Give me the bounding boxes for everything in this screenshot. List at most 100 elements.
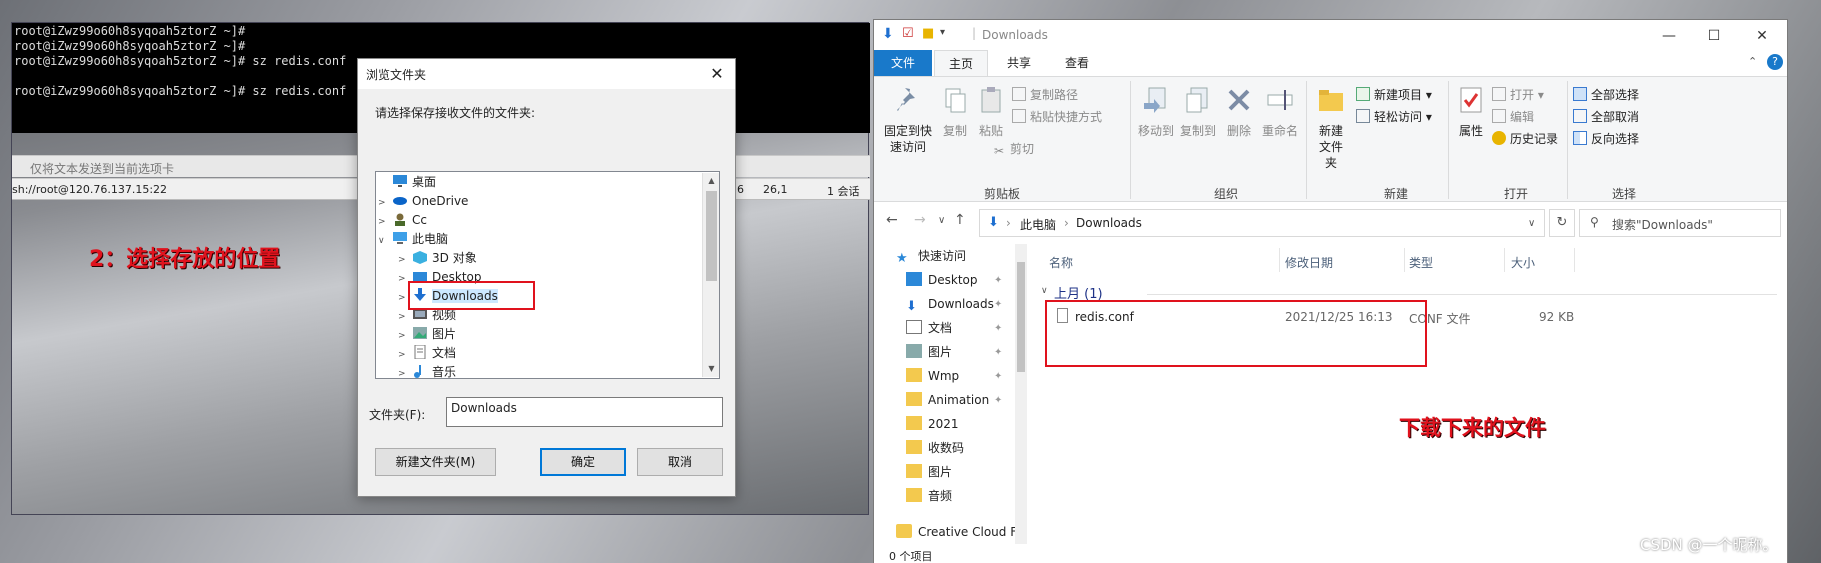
copy-button[interactable]: 复制 [938,85,972,139]
tree-item-desktop[interactable]: 桌面 [378,173,436,192]
tab-file[interactable]: 文件 [874,50,932,76]
tree-scrollbar[interactable]: ▲ ▼ [702,173,719,377]
folder-icon [906,464,922,478]
breadcrumb-downloads[interactable]: Downloads [1076,216,1142,230]
delete-x-icon [1228,89,1250,111]
pin-icon[interactable]: ✦ [994,347,1002,358]
nav-item-audio[interactable]: 音频 [906,484,952,508]
clipboard-icon [981,87,1001,113]
rename-button[interactable]: 重命名 [1258,85,1302,139]
tree-item-3d-objects[interactable]: >3D 对象 [398,249,477,268]
nav-scrollbar[interactable] [1015,244,1027,544]
new-folder-ribbon-button[interactable]: 新建文件夹 [1310,85,1352,171]
search-input[interactable]: ⚲ 搜索"Downloads" [1579,209,1781,237]
tree-item-this-pc[interactable]: ∨ 此电脑 [378,230,448,249]
nav-item-creative-cloud[interactable]: Creative Cloud F [896,520,1017,544]
tab-home[interactable]: 主页 [934,50,988,76]
nav-item-downloads[interactable]: ⬇ Downloads [906,292,994,316]
address-dropdown-icon[interactable]: ∨ [1528,218,1535,229]
tree-item-documents[interactable]: > 文档 [398,344,456,363]
folder-icon [906,416,922,430]
tree-item-user[interactable]: > Cc [378,211,427,230]
pin-icon[interactable]: ✦ [994,299,1002,310]
open-button[interactable]: 打开 ▾ [1492,85,1544,105]
close-icon[interactable]: ✕ [1742,24,1782,48]
refresh-icon[interactable]: ↻ [1549,209,1575,237]
column-modified[interactable]: 修改日期 [1285,254,1333,271]
scroll-thumb[interactable] [706,191,717,281]
help-icon[interactable]: ? [1767,54,1783,70]
folder-tree[interactable]: 桌面 > OneDrive > Cc ∨ 此电脑 >3D 对象 > Desktop > D… [375,171,720,379]
address-bar[interactable]: ⬇ › 此电脑 › Downloads ∨ [979,209,1545,237]
copy-path-button[interactable]: 复制路径 [1012,85,1078,105]
invert-selection-icon [1573,131,1587,145]
folder-icon [906,392,922,406]
nav-item-quick-access[interactable]: ★ 快速访问 [896,244,966,268]
copy-to-button[interactable]: 复制到 [1178,85,1218,139]
new-item-button[interactable]: 新建项目 ▾ [1356,85,1432,105]
minimize-icon[interactable]: — [1649,24,1689,48]
dialog-titlebar[interactable]: 浏览文件夹 ✕ [358,59,735,89]
tree-item-music[interactable]: > 音乐 [398,363,456,378]
nav-item-folder[interactable]: 收数码 [906,436,964,460]
explorer-titlebar[interactable]: ⬇ ☑ ■ ▾ | Downloads — ☐ ✕ [874,20,1787,50]
select-all-button[interactable]: 全部选择 [1573,85,1639,105]
nav-item-wmp[interactable]: Wmp [906,364,959,388]
easy-access-button[interactable]: 轻松访问 ▾ [1356,107,1432,127]
tree-item-pictures[interactable]: > 图片 [398,325,456,344]
nav-item-2021[interactable]: 2021 [906,412,959,436]
select-none-button[interactable]: 全部取消 [1573,107,1639,127]
history-button[interactable]: 历史记录 [1492,129,1558,149]
pin-icon[interactable]: ✦ [994,395,1002,406]
tree-item-onedrive[interactable]: > OneDrive [378,192,468,211]
customize-toolbar-icon[interactable]: ▾ [940,27,945,38]
nav-item-desktop[interactable]: Desktop [906,268,978,292]
move-to-button[interactable]: 移动到 [1136,85,1176,139]
file-list[interactable]: 名称 修改日期 类型 大小 ∨ 上月 (1) redis.conf 2021/1… [1029,242,1787,546]
column-type[interactable]: 类型 [1409,254,1433,271]
edit-button[interactable]: 编辑 [1492,107,1534,127]
column-size[interactable]: 大小 [1511,254,1535,271]
tab-share[interactable]: 共享 [992,50,1046,76]
forward-arrow-icon[interactable]: → [914,212,926,228]
back-arrow-icon[interactable]: ← [886,212,898,228]
paste-button[interactable]: 粘贴 [974,85,1008,139]
group-collapse-icon[interactable]: ∨ [1041,286,1048,296]
invert-selection-button[interactable]: 反向选择 [1573,129,1639,149]
cancel-button[interactable]: 取消 [637,448,723,476]
properties-quick-icon[interactable]: ☑ [902,26,914,41]
nav-item-documents[interactable]: 文档 [906,316,952,340]
collapse-ribbon-icon[interactable]: ⌃ [1748,55,1757,68]
scroll-thumb[interactable] [1017,262,1025,372]
address-row: ← → ∨ ↑ ⬇ › 此电脑 › Downloads ∨ ↻ ⚲ 搜索"Dow… [874,202,1787,242]
scroll-up-icon[interactable]: ▲ [703,173,719,189]
properties-button[interactable]: 属性 [1454,85,1488,139]
window-title: Downloads [982,28,1048,42]
folder-field[interactable]: Downloads [446,397,723,427]
nav-item-pictures[interactable]: 图片 [906,340,952,364]
delete-button[interactable]: 删除 [1222,85,1256,139]
tab-view[interactable]: 查看 [1050,50,1104,76]
select-all-icon [1573,87,1587,101]
paste-shortcut-button[interactable]: 粘贴快捷方式 [1012,107,1102,127]
pin-icon[interactable]: ✦ [994,323,1002,334]
pin-icon[interactable]: ✦ [994,371,1002,382]
pin-quick-access-button[interactable]: 固定到快速访问 [882,85,934,155]
up-arrow-icon[interactable]: ↑ [954,212,966,228]
pin-icon[interactable]: ✦ [994,275,1002,286]
ok-button[interactable]: 确定 [540,448,626,476]
column-name[interactable]: 名称 [1049,254,1073,271]
search-placeholder: 搜索"Downloads" [1612,218,1713,232]
move-to-icon [1144,87,1166,113]
maximize-icon[interactable]: ☐ [1694,24,1734,48]
new-folder-button[interactable]: 新建文件夹(M) [375,448,496,476]
nav-item-animation[interactable]: Animation [906,388,989,412]
nav-item-pictures-folder[interactable]: 图片 [906,460,952,484]
folder-quick-icon[interactable]: ■ [922,26,934,41]
cut-button[interactable]: ✂ 剪切 [992,139,1034,159]
recent-locations-icon[interactable]: ∨ [938,215,945,226]
breadcrumb-this-pc[interactable]: 此电脑 [1020,216,1056,233]
scroll-down-icon[interactable]: ▼ [703,361,719,377]
close-icon[interactable]: ✕ [704,62,730,86]
rename-icon [1267,90,1293,110]
